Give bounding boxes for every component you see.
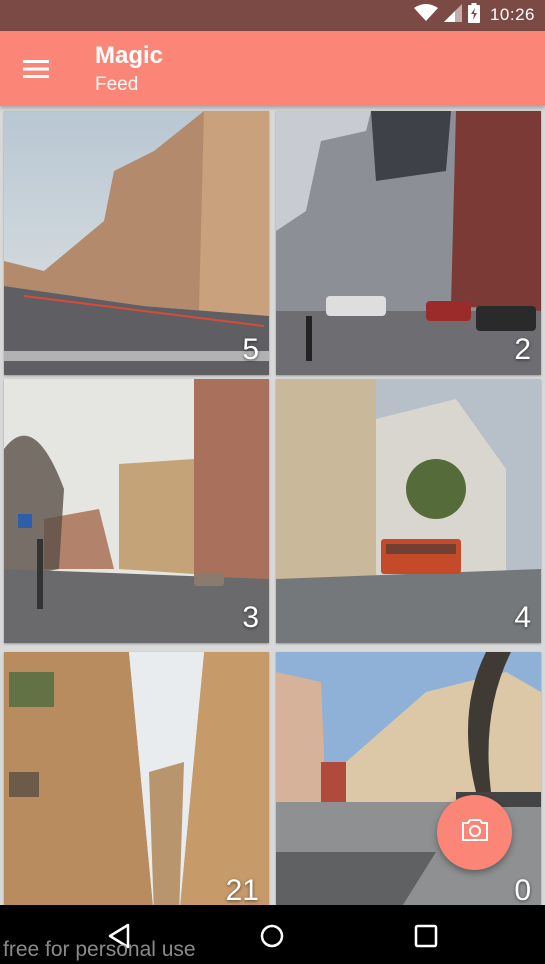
item-count: 3 [242,601,259,634]
app-title: Magic [95,42,164,69]
item-count: 5 [242,333,259,366]
battery-icon [467,2,480,28]
camera-icon [461,819,488,846]
cell-signal-icon [443,3,462,27]
status-icons: 10:26 [413,2,535,28]
street-photo [276,652,541,905]
feed-tile[interactable]: 2 [276,111,541,375]
item-count: 21 [225,874,259,905]
item-count: 0 [514,874,531,905]
item-count: 2 [514,333,531,366]
recents-icon[interactable] [411,921,441,951]
street-photo [4,379,269,643]
feed-tile[interactable]: 0 [276,652,541,905]
wifi-icon [413,3,438,27]
hamburger-menu-icon[interactable] [20,53,52,85]
photo-feed-grid: 5 2 3 4 21 0 [0,106,545,905]
watermark-text: free for personal use [3,938,196,961]
status-time: 10:26 [489,5,535,24]
feed-tile[interactable]: 5 [4,111,269,375]
street-photo [276,379,541,643]
feed-tile[interactable]: 21 [4,652,269,905]
home-icon[interactable] [257,921,287,951]
status-bar: 10:26 [0,0,545,31]
street-photo [276,111,541,375]
camera-fab-button[interactable] [437,795,512,870]
feed-tile[interactable]: 3 [4,379,269,643]
item-count: 4 [514,601,531,634]
app-bar-titles: Magic Feed [95,41,163,99]
app-bar: Magic Feed [0,31,545,106]
street-photo [4,111,269,375]
feed-tile[interactable]: 4 [276,379,541,643]
app-subtitle: Feed [95,74,139,95]
street-photo [4,652,269,905]
